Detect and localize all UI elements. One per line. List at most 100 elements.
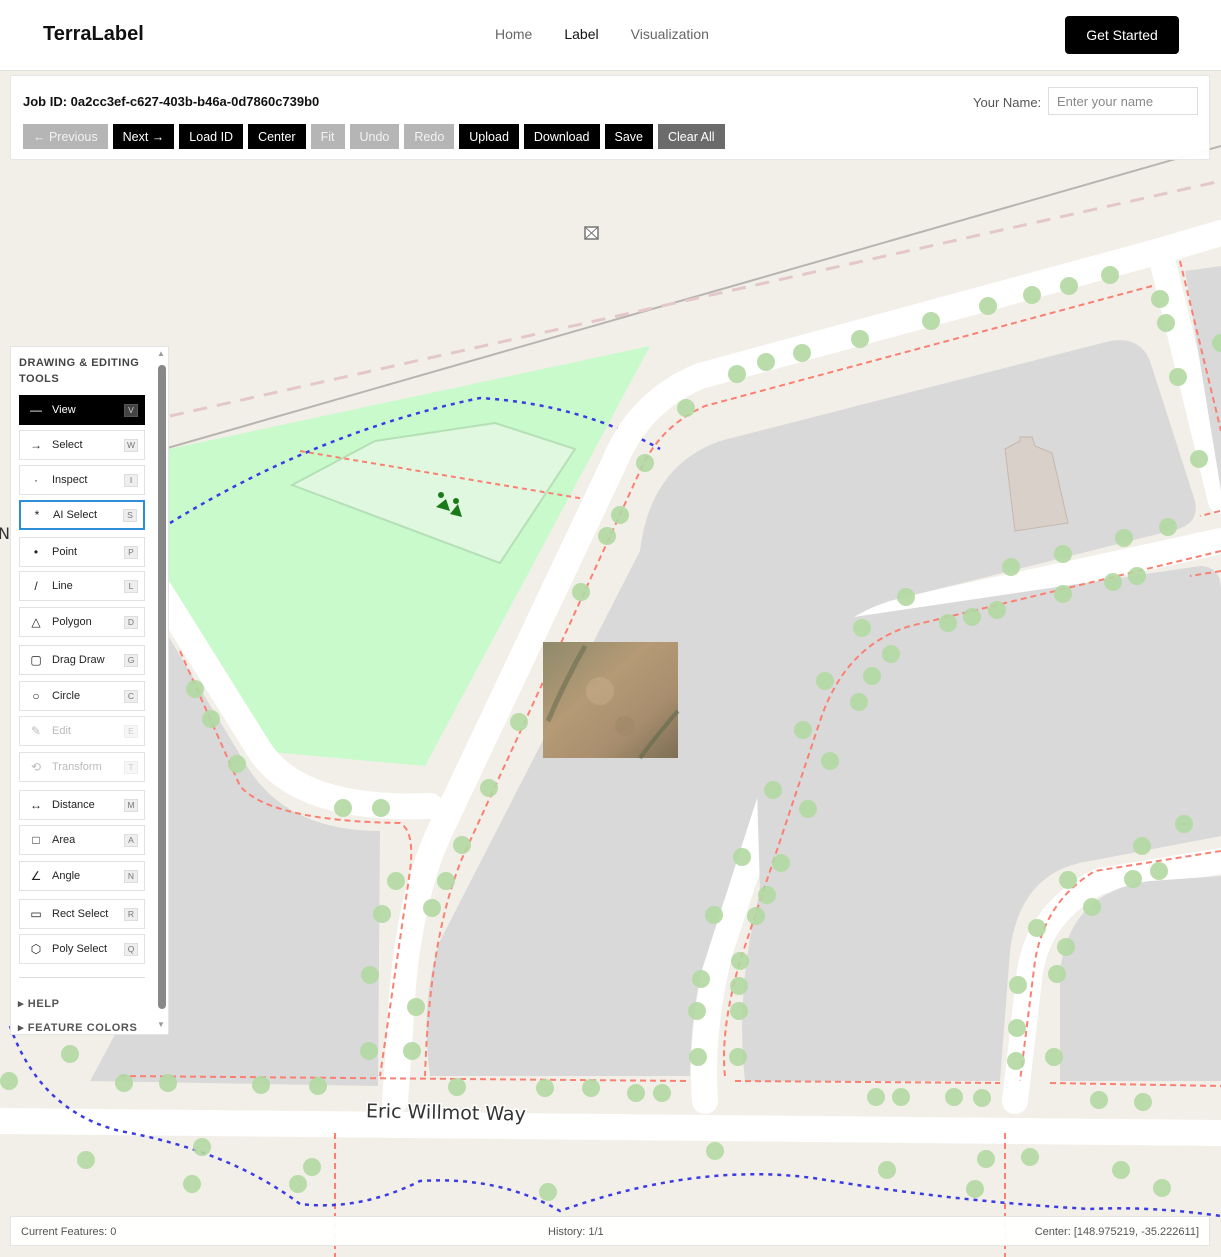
tool-label: Polygon xyxy=(52,616,92,628)
tool-label: Point xyxy=(52,546,78,558)
job-panel: Job ID: 0a2cc3ef-c627-403b-b46a-0d7860c7… xyxy=(10,75,1210,160)
shortcut-key-badge: A xyxy=(124,833,138,847)
tool-view[interactable]: — View V xyxy=(19,395,145,425)
save-button[interactable]: Save xyxy=(604,124,653,149)
tool-label: Inspect xyxy=(52,474,88,486)
scroll-down-arrow-icon[interactable]: ▼ xyxy=(157,1020,165,1029)
shortcut-key-badge: M xyxy=(124,798,138,812)
shortcut-key-badge: P xyxy=(124,545,138,559)
shortcut-key-badge: T xyxy=(124,760,138,774)
map-canvas[interactable]: Eric Willmot Way N xyxy=(0,71,1221,1257)
tool-rect-select[interactable]: ▭ Rect Select R xyxy=(19,899,145,929)
tool-poly-select[interactable]: ⬡ Poly Select Q xyxy=(19,934,145,964)
previous-button[interactable]: ← Previous xyxy=(23,124,108,149)
main-nav: Home Label Visualization xyxy=(495,26,709,42)
tool-label: Distance xyxy=(52,799,95,811)
hexagon-icon: ⬡ xyxy=(30,942,42,956)
tool-distance[interactable]: ↔ Distance M xyxy=(19,790,145,820)
tool-label: View xyxy=(52,404,76,416)
top-navbar: TerraLabel Home Label Visualization Get … xyxy=(0,0,1221,71)
undo-button[interactable]: Undo xyxy=(349,124,400,149)
tool-edit[interactable]: ✎ Edit E xyxy=(19,716,145,746)
rectangle-icon: ▭ xyxy=(30,907,42,921)
feature-count: Current Features: 0 xyxy=(21,1226,117,1238)
angle-icon: ∠ xyxy=(30,869,42,883)
tool-inspect[interactable]: · Inspect I xyxy=(19,465,145,495)
tools-scrollbar[interactable] xyxy=(158,365,166,1009)
square-icon: □ xyxy=(32,833,40,847)
tool-label: Circle xyxy=(52,690,81,702)
tool-label: Select xyxy=(52,439,83,451)
triangle-icon: △ xyxy=(31,615,41,629)
shortcut-key-badge: L xyxy=(124,579,138,593)
pencil-icon: ✎ xyxy=(30,724,42,738)
scroll-up-arrow-icon[interactable]: ▲ xyxy=(157,349,165,358)
tool-label: Edit xyxy=(52,725,71,737)
status-bar: Current Features: 0 History: 1/1 Center:… xyxy=(10,1216,1210,1246)
shortcut-key-badge: R xyxy=(124,907,138,921)
tool-label: AI Select xyxy=(53,509,98,521)
nav-visualization[interactable]: Visualization xyxy=(631,26,709,42)
arrow-icon: → xyxy=(30,438,42,452)
download-button[interactable]: Download xyxy=(523,124,600,149)
tool-transform[interactable]: ⟲ Transform T xyxy=(19,752,145,782)
tool-point[interactable]: • Point P xyxy=(19,537,145,567)
satellite-image-tile[interactable] xyxy=(543,642,680,760)
history-status: History: 1/1 xyxy=(548,1226,604,1238)
tool-circle[interactable]: ○ Circle C xyxy=(19,681,145,711)
tool-label: Area xyxy=(52,834,76,846)
point-icon: • xyxy=(33,545,39,559)
tool-angle[interactable]: ∠ Angle N xyxy=(19,861,145,891)
circle-icon: ○ xyxy=(32,689,40,703)
tool-select[interactable]: → Select W xyxy=(19,430,145,460)
shortcut-key-badge: Q xyxy=(124,942,138,956)
nav-home[interactable]: Home xyxy=(495,26,532,42)
load-id-button[interactable]: Load ID xyxy=(179,124,244,149)
clear-all-button[interactable]: Clear All xyxy=(658,124,725,149)
feature-colors-section-toggle[interactable]: ▸ FEATURE COLORS xyxy=(18,1021,137,1034)
tool-drag-draw[interactable]: ▢ Drag Draw G xyxy=(19,645,145,675)
shortcut-key-badge: W xyxy=(124,438,138,452)
tools-title: DRAWING & EDITING TOOLS xyxy=(19,357,140,385)
shortcut-key-badge: I xyxy=(124,473,138,487)
shortcut-key-badge: D xyxy=(124,615,138,629)
next-button[interactable]: Next → xyxy=(112,124,175,149)
shortcut-key-badge: N xyxy=(124,869,138,883)
nav-label[interactable]: Label xyxy=(564,26,598,42)
tool-label: Angle xyxy=(52,870,81,882)
upload-button[interactable]: Upload xyxy=(459,124,519,149)
tools-divider xyxy=(19,977,145,978)
shortcut-key-badge: S xyxy=(123,508,137,522)
tool-area[interactable]: □ Area A xyxy=(19,825,145,855)
line-icon: / xyxy=(34,579,38,593)
map-edge-label: N xyxy=(0,524,10,543)
tool-label: Rect Select xyxy=(52,908,109,920)
redo-button[interactable]: Redo xyxy=(404,124,455,149)
measure-distance-icon: ↔ xyxy=(30,798,42,812)
shortcut-key-badge: V xyxy=(124,403,138,417)
tool-label: Poly Select xyxy=(52,943,108,955)
name-input[interactable] xyxy=(1048,87,1198,115)
shortcut-key-badge: G xyxy=(124,653,138,667)
rotate-icon: ⟲ xyxy=(30,760,42,774)
asterisk-icon: * xyxy=(34,508,40,522)
toolbar: ← Previous Next → Load ID Center Fit Und… xyxy=(23,124,725,149)
name-label: Your Name: xyxy=(973,95,1042,110)
shortcut-key-badge: C xyxy=(124,689,138,703)
fit-button[interactable]: Fit xyxy=(310,124,345,149)
street-label: Eric Willmot Way xyxy=(366,1100,526,1125)
tool-ai-select[interactable]: * AI Select S xyxy=(19,500,145,530)
tool-label: Line xyxy=(52,580,73,592)
tool-line[interactable]: / Line L xyxy=(19,571,145,601)
tool-label: Drag Draw xyxy=(52,654,105,666)
brand-logo[interactable]: TerraLabel xyxy=(43,23,144,46)
view-icon: — xyxy=(30,403,42,417)
dot-icon: · xyxy=(34,473,38,487)
get-started-button[interactable]: Get Started xyxy=(1065,16,1179,54)
help-section-toggle[interactable]: ▸ HELP xyxy=(18,997,60,1010)
tool-polygon[interactable]: △ Polygon D xyxy=(19,607,145,637)
tool-label: Transform xyxy=(52,761,102,773)
job-id: Job ID: 0a2cc3ef-c627-403b-b46a-0d7860c7… xyxy=(23,94,320,109)
center-button[interactable]: Center xyxy=(248,124,306,149)
rounded-square-icon: ▢ xyxy=(30,653,42,667)
